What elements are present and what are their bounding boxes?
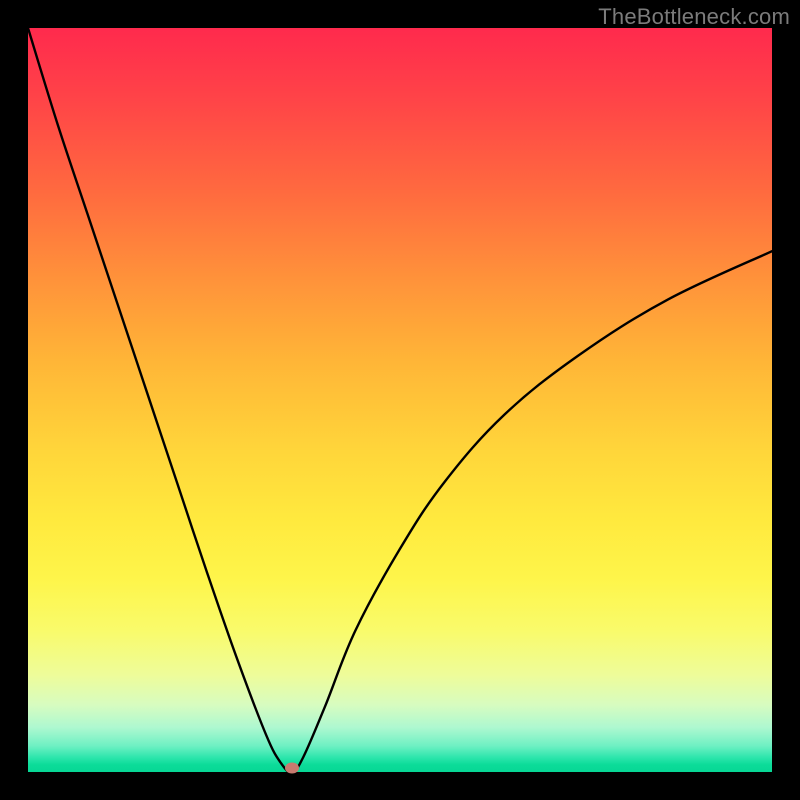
watermark-text: TheBottleneck.com [598,4,790,30]
bottleneck-curve [28,28,772,772]
minimum-dot [285,763,299,774]
chart-frame: TheBottleneck.com [0,0,800,800]
plot-area [28,28,772,772]
curve-path [28,28,772,772]
